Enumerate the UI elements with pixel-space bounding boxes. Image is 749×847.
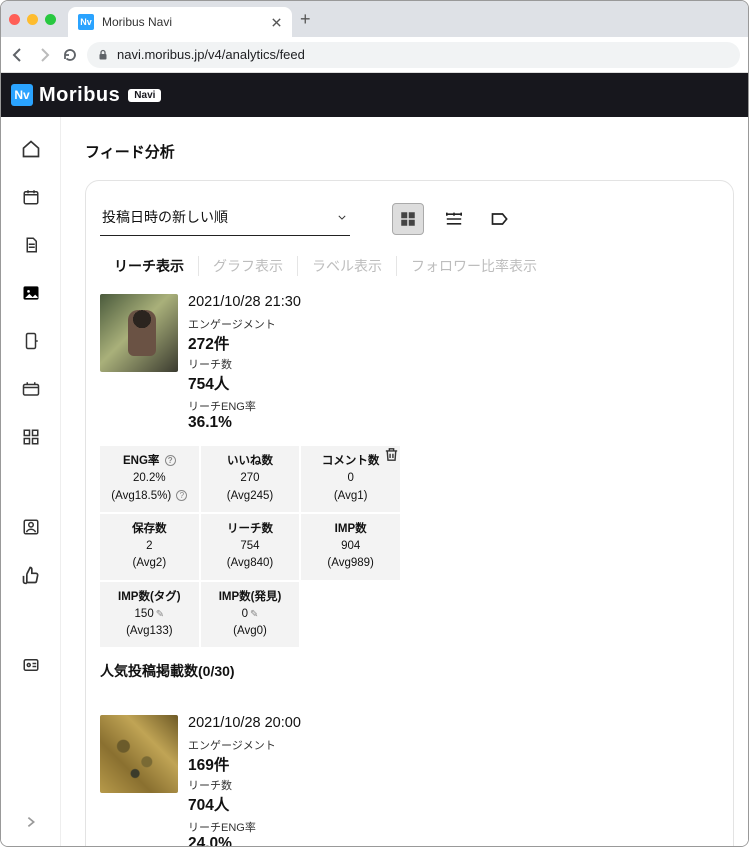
page-title: フィード分析 (85, 141, 734, 162)
nav-image-icon[interactable] (19, 281, 43, 305)
view-grid-button[interactable] (392, 203, 424, 235)
post-datetime: 2021/10/28 21:30 (188, 294, 400, 310)
window-close-dot[interactable] (9, 14, 20, 25)
reach-eng-value: 36.1% (188, 414, 400, 432)
nav-expand-icon[interactable] (19, 810, 43, 834)
app-header: Nv Moribus Navi (1, 73, 748, 117)
popular-posts-count: 人気投稿掲載数(0/30) (100, 661, 400, 681)
reload-icon[interactable] (61, 46, 79, 64)
engagement-value: 169件 (188, 753, 400, 775)
logo-text: Moribus (39, 84, 120, 107)
stat-cell: IMP数(発見)0✎(Avg0) (201, 582, 300, 648)
display-tabs: リーチ表示 グラフ表示 ラベル表示 フォロワー比率表示 (100, 246, 719, 286)
reach-value: 704人 (188, 793, 400, 815)
reach-value: 754人 (188, 372, 400, 394)
logo-pill: Navi (128, 89, 161, 102)
reach-eng-label: リーチENG率 (188, 819, 400, 835)
window-zoom-dot[interactable] (45, 14, 56, 25)
forward-icon[interactable] (35, 46, 53, 64)
nav-calendar-icon[interactable] (19, 185, 43, 209)
stat-cell: IMP数 904 (Avg989) (301, 514, 400, 580)
favicon-icon: Nv (78, 14, 94, 30)
back-icon[interactable] (9, 46, 27, 64)
stat-cell: いいね数 270 (Avg245) (201, 446, 300, 512)
nav-like-icon[interactable] (19, 563, 43, 587)
post-card: 2021/10/28 20:00 エンゲージメント 169件 リーチ数 704人… (100, 715, 400, 846)
stat-cell: リーチ数 754 (Avg840) (201, 514, 300, 580)
close-tab-icon[interactable] (271, 17, 282, 28)
side-nav (1, 117, 61, 846)
lock-icon (97, 49, 109, 61)
engagement-label: エンゲージメント (188, 316, 400, 332)
engagement-label: エンゲージメント (188, 737, 400, 753)
chevron-down-icon (338, 215, 346, 220)
post-thumbnail[interactable] (100, 294, 178, 372)
post-card: 2021/10/28 21:30 エンゲージメント 272件 リーチ数 754人… (100, 294, 400, 691)
nav-profile-icon[interactable] (19, 515, 43, 539)
post-thumbnail[interactable] (100, 715, 178, 793)
nav-document-icon[interactable] (19, 233, 43, 257)
nav-video-icon[interactable] (19, 377, 43, 401)
new-tab-button[interactable]: + (300, 9, 311, 30)
browser-tab[interactable]: Nv Moribus Navi (68, 7, 292, 37)
reach-eng-value: 24.0% (188, 835, 400, 846)
tab-label[interactable]: ラベル表示 (298, 246, 396, 286)
tab-graph[interactable]: グラフ表示 (199, 246, 297, 286)
window-minimize-dot[interactable] (27, 14, 38, 25)
nav-badge-icon[interactable] (19, 653, 43, 677)
browser-toolbar: navi.moribus.jp/v4/analytics/feed (1, 37, 748, 73)
view-tag-button[interactable] (484, 203, 516, 235)
browser-tab-title: Moribus Navi (102, 15, 263, 29)
logo-badge-icon: Nv (11, 84, 33, 106)
engagement-value: 272件 (188, 332, 400, 354)
browser-tab-bar: Nv Moribus Navi + (1, 1, 748, 37)
tab-reach[interactable]: リーチ表示 (100, 246, 198, 286)
url-text: navi.moribus.jp/v4/analytics/feed (117, 47, 305, 62)
sort-dropdown[interactable]: 投稿日時の新しい順 (100, 201, 350, 236)
address-bar[interactable]: navi.moribus.jp/v4/analytics/feed (87, 42, 740, 68)
reach-eng-label: リーチENG率 (188, 398, 400, 414)
tab-follower-ratio[interactable]: フォロワー比率表示 (397, 246, 551, 286)
nav-phone-icon[interactable] (19, 329, 43, 353)
stat-cell: ENG率 ?20.2%(Avg18.5%) ? (100, 446, 199, 512)
stat-cell: IMP数(タグ)150✎(Avg133) (100, 582, 199, 648)
delete-button[interactable] (383, 446, 400, 466)
stats-grid: ENG率 ?20.2%(Avg18.5%) ? いいね数 270 (Avg245… (100, 446, 400, 647)
reach-label: リーチ数 (188, 777, 400, 793)
main-content: フィード分析 投稿日時の新しい順 リーチ表示 グラフ表示 (61, 117, 748, 846)
reach-label: リーチ数 (188, 356, 400, 372)
view-list-button[interactable] (438, 203, 470, 235)
stat-cell: 保存数 2 (Avg2) (100, 514, 199, 580)
post-datetime: 2021/10/28 20:00 (188, 715, 400, 731)
nav-home-icon[interactable] (19, 137, 43, 161)
nav-grid-icon[interactable] (19, 425, 43, 449)
sort-label: 投稿日時の新しい順 (102, 207, 228, 227)
